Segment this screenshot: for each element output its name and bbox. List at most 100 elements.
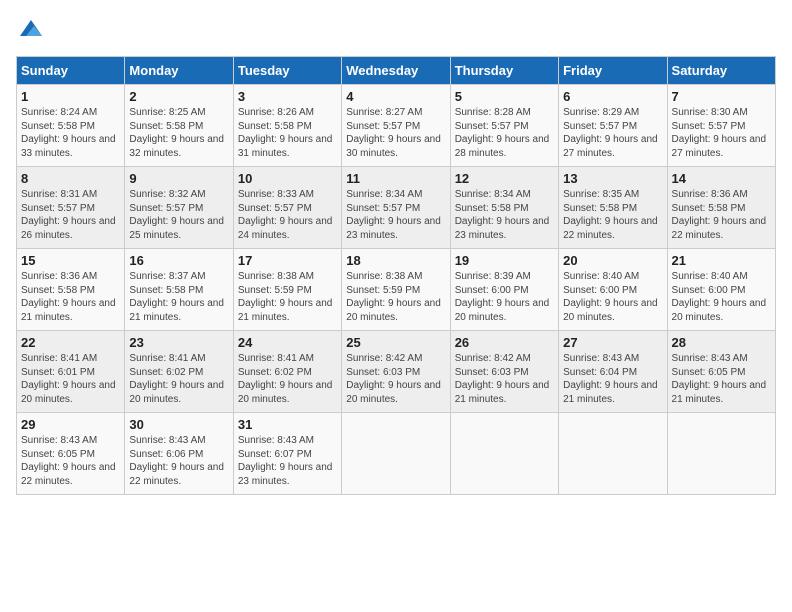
calendar-cell <box>667 413 775 495</box>
day-number: 16 <box>129 253 228 268</box>
day-info: Sunrise: 8:35 AM Sunset: 5:58 PM Dayligh… <box>563 188 662 242</box>
day-info: Sunrise: 8:32 AM Sunset: 5:57 PM Dayligh… <box>129 188 228 242</box>
calendar-cell: 11 Sunrise: 8:34 AM Sunset: 5:57 PM Dayli… <box>342 167 450 249</box>
calendar-cell <box>450 413 558 495</box>
day-info: Sunrise: 8:43 AM Sunset: 6:06 PM Dayligh… <box>129 434 228 488</box>
calendar-cell: 29 Sunrise: 8:43 AM Sunset: 6:05 PM Dayli… <box>17 413 125 495</box>
calendar-table: SundayMondayTuesdayWednesdayThursdayFrid… <box>16 56 776 495</box>
day-info: Sunrise: 8:33 AM Sunset: 5:57 PM Dayligh… <box>238 188 337 242</box>
calendar-cell: 31Sunrise: 8:43 AM Sunset: 6:07 PM Dayli… <box>233 413 341 495</box>
calendar-cell: 20 Sunrise: 8:40 AM Sunset: 6:00 PM Dayli… <box>559 249 667 331</box>
calendar-cell: 30 Sunrise: 8:43 AM Sunset: 6:06 PM Dayli… <box>125 413 233 495</box>
calendar-cell: 25Sunrise: 8:42 AM Sunset: 6:03 PM Dayli… <box>342 331 450 413</box>
day-info: Sunrise: 8:38 AM Sunset: 5:59 PM Dayligh… <box>238 270 337 324</box>
calendar-cell: 10Sunrise: 8:33 AM Sunset: 5:57 PM Dayli… <box>233 167 341 249</box>
calendar-cell <box>559 413 667 495</box>
day-info: Sunrise: 8:31 AM Sunset: 5:57 PM Dayligh… <box>21 188 120 242</box>
calendar-cell: 13 Sunrise: 8:35 AM Sunset: 5:58 PM Dayli… <box>559 167 667 249</box>
day-number: 1 <box>21 89 120 104</box>
day-number: 19 <box>455 253 554 268</box>
calendar-body: 1 Sunrise: 8:24 AM Sunset: 5:58 PM Daylig… <box>17 85 776 495</box>
day-number: 25 <box>346 335 445 350</box>
day-number: 30 <box>129 417 228 432</box>
calendar-cell: 22 Sunrise: 8:41 AM Sunset: 6:01 PM Dayli… <box>17 331 125 413</box>
day-info: Sunrise: 8:39 AM Sunset: 6:00 PM Dayligh… <box>455 270 554 324</box>
day-info: Sunrise: 8:43 AM Sunset: 6:05 PM Dayligh… <box>672 352 771 406</box>
day-info: Sunrise: 8:41 AM Sunset: 6:01 PM Dayligh… <box>21 352 120 406</box>
logo <box>16 16 50 46</box>
day-number: 29 <box>21 417 120 432</box>
day-number: 15 <box>21 253 120 268</box>
day-number: 5 <box>455 89 554 104</box>
day-info: Sunrise: 8:40 AM Sunset: 6:00 PM Dayligh… <box>563 270 662 324</box>
calendar-week-4: 22 Sunrise: 8:41 AM Sunset: 6:01 PM Dayli… <box>17 331 776 413</box>
day-number: 20 <box>563 253 662 268</box>
day-info: Sunrise: 8:42 AM Sunset: 6:03 PM Dayligh… <box>455 352 554 406</box>
day-info: Sunrise: 8:27 AM Sunset: 5:57 PM Dayligh… <box>346 106 445 160</box>
day-number: 8 <box>21 171 120 186</box>
calendar-cell: 27 Sunrise: 8:43 AM Sunset: 6:04 PM Dayli… <box>559 331 667 413</box>
calendar-cell: 12 Sunrise: 8:34 AM Sunset: 5:58 PM Dayli… <box>450 167 558 249</box>
day-number: 17 <box>238 253 337 268</box>
day-info: Sunrise: 8:43 AM Sunset: 6:04 PM Dayligh… <box>563 352 662 406</box>
day-number: 18 <box>346 253 445 268</box>
day-info: Sunrise: 8:41 AM Sunset: 6:02 PM Dayligh… <box>129 352 228 406</box>
day-info: Sunrise: 8:24 AM Sunset: 5:58 PM Dayligh… <box>21 106 120 160</box>
header <box>16 16 776 46</box>
day-number: 4 <box>346 89 445 104</box>
calendar-cell: 17 Sunrise: 8:38 AM Sunset: 5:59 PM Dayli… <box>233 249 341 331</box>
day-number: 14 <box>672 171 771 186</box>
day-number: 22 <box>21 335 120 350</box>
day-info: Sunrise: 8:43 AM Sunset: 6:05 PM Dayligh… <box>21 434 120 488</box>
day-number: 11 <box>346 171 445 186</box>
day-number: 23 <box>129 335 228 350</box>
day-number: 27 <box>563 335 662 350</box>
day-number: 13 <box>563 171 662 186</box>
day-info: Sunrise: 8:29 AM Sunset: 5:57 PM Dayligh… <box>563 106 662 160</box>
calendar-cell: 26 Sunrise: 8:42 AM Sunset: 6:03 PM Dayli… <box>450 331 558 413</box>
header-row: SundayMondayTuesdayWednesdayThursdayFrid… <box>17 57 776 85</box>
day-info: Sunrise: 8:36 AM Sunset: 5:58 PM Dayligh… <box>672 188 771 242</box>
calendar-cell: 16Sunrise: 8:37 AM Sunset: 5:58 PM Dayli… <box>125 249 233 331</box>
calendar-cell: 2 Sunrise: 8:25 AM Sunset: 5:58 PM Daylig… <box>125 85 233 167</box>
calendar-cell <box>342 413 450 495</box>
calendar-cell: 6 Sunrise: 8:29 AM Sunset: 5:57 PM Daylig… <box>559 85 667 167</box>
day-info: Sunrise: 8:25 AM Sunset: 5:58 PM Dayligh… <box>129 106 228 160</box>
calendar-week-1: 1 Sunrise: 8:24 AM Sunset: 5:58 PM Daylig… <box>17 85 776 167</box>
calendar-cell: 9 Sunrise: 8:32 AM Sunset: 5:57 PM Daylig… <box>125 167 233 249</box>
day-number: 9 <box>129 171 228 186</box>
calendar-cell: 19 Sunrise: 8:39 AM Sunset: 6:00 PM Dayli… <box>450 249 558 331</box>
day-number: 21 <box>672 253 771 268</box>
day-number: 28 <box>672 335 771 350</box>
calendar-cell: 21 Sunrise: 8:40 AM Sunset: 6:00 PM Dayli… <box>667 249 775 331</box>
day-number: 24 <box>238 335 337 350</box>
day-info: Sunrise: 8:41 AM Sunset: 6:02 PM Dayligh… <box>238 352 337 406</box>
day-number: 6 <box>563 89 662 104</box>
calendar-header: SundayMondayTuesdayWednesdayThursdayFrid… <box>17 57 776 85</box>
calendar-cell: 15 Sunrise: 8:36 AM Sunset: 5:58 PM Dayli… <box>17 249 125 331</box>
day-info: Sunrise: 8:38 AM Sunset: 5:59 PM Dayligh… <box>346 270 445 324</box>
calendar-cell: 4 Sunrise: 8:27 AM Sunset: 5:57 PM Daylig… <box>342 85 450 167</box>
day-info: Sunrise: 8:34 AM Sunset: 5:57 PM Dayligh… <box>346 188 445 242</box>
calendar-cell: 18 Sunrise: 8:38 AM Sunset: 5:59 PM Dayli… <box>342 249 450 331</box>
calendar-cell: 3Sunrise: 8:26 AM Sunset: 5:58 PM Daylig… <box>233 85 341 167</box>
day-info: Sunrise: 8:34 AM Sunset: 5:58 PM Dayligh… <box>455 188 554 242</box>
day-info: Sunrise: 8:36 AM Sunset: 5:58 PM Dayligh… <box>21 270 120 324</box>
day-info: Sunrise: 8:43 AM Sunset: 6:07 PM Dayligh… <box>238 434 337 488</box>
day-number: 3 <box>238 89 337 104</box>
logo-icon <box>16 16 46 46</box>
day-number: 2 <box>129 89 228 104</box>
calendar-cell: 28 Sunrise: 8:43 AM Sunset: 6:05 PM Dayli… <box>667 331 775 413</box>
calendar-cell: 14 Sunrise: 8:36 AM Sunset: 5:58 PM Dayli… <box>667 167 775 249</box>
calendar-cell: 7Sunrise: 8:30 AM Sunset: 5:57 PM Daylig… <box>667 85 775 167</box>
calendar-cell: 1 Sunrise: 8:24 AM Sunset: 5:58 PM Daylig… <box>17 85 125 167</box>
day-info: Sunrise: 8:28 AM Sunset: 5:57 PM Dayligh… <box>455 106 554 160</box>
day-info: Sunrise: 8:40 AM Sunset: 6:00 PM Dayligh… <box>672 270 771 324</box>
day-number: 12 <box>455 171 554 186</box>
calendar-cell: 8 Sunrise: 8:31 AM Sunset: 5:57 PM Daylig… <box>17 167 125 249</box>
day-number: 26 <box>455 335 554 350</box>
header-cell-wednesday: Wednesday <box>342 57 450 85</box>
header-cell-saturday: Saturday <box>667 57 775 85</box>
header-cell-tuesday: Tuesday <box>233 57 341 85</box>
header-cell-monday: Monday <box>125 57 233 85</box>
